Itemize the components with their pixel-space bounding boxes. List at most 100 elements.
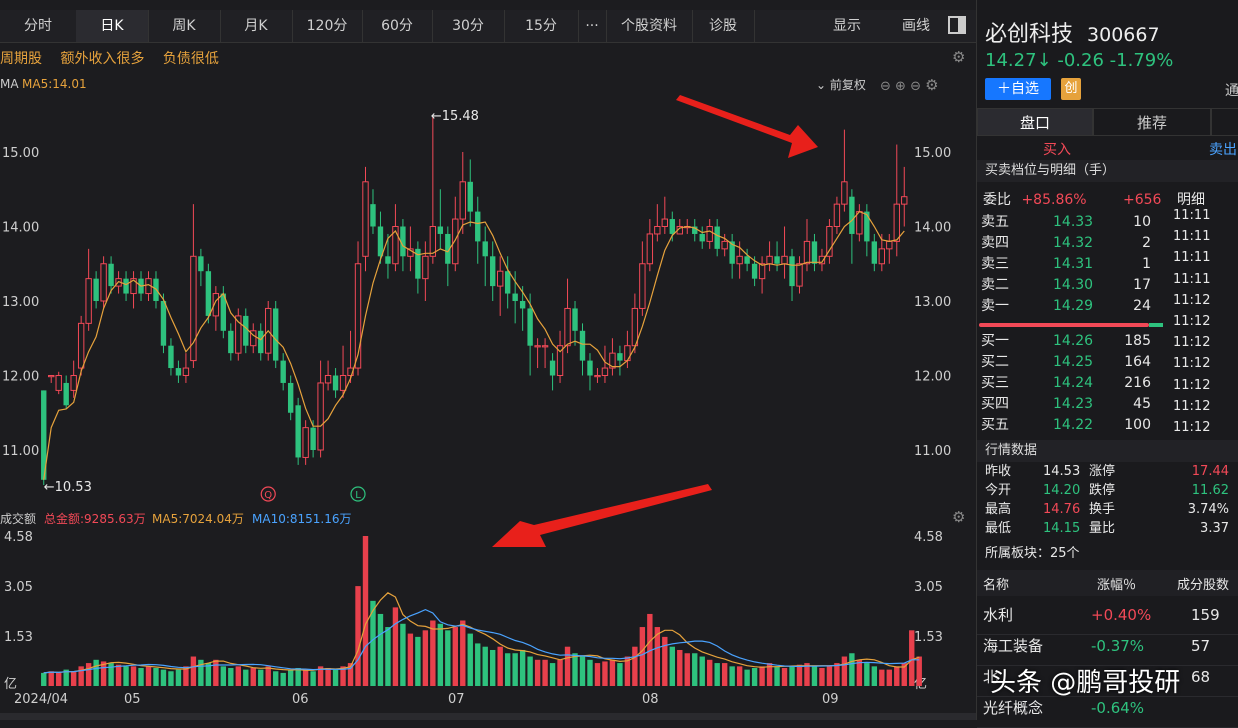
bid-row[interactable]: 买一 14.26 185: [981, 331, 1151, 351]
tab-11[interactable]: 显示: [812, 10, 882, 42]
sell-button[interactable]: 卖出: [1209, 140, 1237, 160]
quote-title: 行情数据: [977, 440, 1238, 462]
volume-bar: [579, 656, 586, 686]
candle: [564, 278, 571, 354]
ask-row[interactable]: 卖三 14.31 1: [981, 254, 1151, 274]
bid-row[interactable]: 买四 14.23 45: [981, 394, 1151, 414]
volume-bar: [355, 586, 361, 686]
detail-time: 11:12: [1173, 314, 1211, 329]
tab-5[interactable]: 60分: [362, 10, 433, 42]
ask-label: 卖三: [981, 256, 1009, 272]
candle: [475, 196, 481, 264]
volume-bar: [707, 659, 713, 686]
price-tick-left: 12.00: [2, 370, 39, 385]
event-mark-letter: Q: [264, 490, 272, 501]
detail-time: 11:12: [1173, 377, 1211, 393]
ask-row[interactable]: 卖五 14.33 10: [981, 212, 1151, 232]
tag-cyclical[interactable]: 周期股: [0, 51, 42, 67]
volume-bar: [400, 623, 406, 686]
vol-title: 成交额: [0, 512, 37, 526]
volume-bar: [834, 663, 840, 686]
zoom-in-icon[interactable]: ⊕: [895, 79, 906, 94]
tab-3[interactable]: 月K: [220, 10, 293, 42]
tab-9[interactable]: 个股资料: [606, 10, 693, 42]
connect-badge[interactable]: 通: [1225, 80, 1238, 100]
tags-settings-gear-icon[interactable]: ⚙: [952, 48, 965, 66]
sector-row[interactable]: 光纤概念 -0.64%: [977, 697, 1238, 728]
candle: [452, 196, 459, 272]
add-watchlist-button[interactable]: ＋自选: [985, 78, 1051, 100]
ask-row[interactable]: 卖二 14.30 17: [981, 275, 1151, 295]
volume-bar: [460, 620, 466, 686]
panel-tabs: 盘口 推荐: [977, 108, 1238, 136]
bid-row[interactable]: 买五 14.22 100: [981, 415, 1151, 435]
ask-row[interactable]: 卖四 14.32 2: [981, 233, 1151, 253]
tag-extra-income[interactable]: 额外收入很多: [60, 51, 144, 67]
ask-row[interactable]: 卖一 14.29 24: [981, 296, 1151, 316]
volume-bar: [497, 646, 503, 686]
tab-2[interactable]: 周K: [148, 10, 221, 42]
tab-12[interactable]: 画线: [888, 10, 944, 42]
tab-0[interactable]: 分时: [0, 10, 77, 42]
collapse-icon[interactable]: ⊖: [910, 79, 921, 94]
tab-8[interactable]: ···: [578, 10, 607, 42]
buy-button[interactable]: 买入: [1043, 140, 1071, 160]
zoom-out-icon[interactable]: ⊖: [880, 79, 891, 94]
candle: [55, 371, 62, 395]
chart-settings-gear-icon[interactable]: ⚙: [925, 76, 938, 94]
bid-row[interactable]: 买三 14.24 216: [981, 373, 1151, 393]
bid-price: 14.25: [1053, 354, 1094, 370]
vol-tick-left: 亿: [4, 677, 17, 692]
tab-more[interactable]: [1211, 108, 1238, 136]
candle: [527, 293, 533, 376]
fullscreen-toggle-icon[interactable]: [948, 16, 966, 34]
tab-10[interactable]: 诊股: [692, 10, 755, 42]
volume-bar: [512, 653, 518, 686]
stock-pct: -1.79%: [1109, 50, 1174, 71]
adjust-dropdown[interactable]: ⌄ 前复权: [816, 76, 866, 93]
bid-price: 14.24: [1053, 375, 1094, 391]
sector-header-pct[interactable]: 涨幅％: [1097, 574, 1136, 593]
volume-bar: [609, 659, 616, 686]
quote-label: 量比: [1089, 521, 1116, 536]
volume-bar: [534, 659, 541, 686]
adjust-label: 前复权: [829, 78, 866, 92]
sector-header-name[interactable]: 名称: [983, 574, 1009, 593]
tab-recommend[interactable]: 推荐: [1093, 108, 1211, 136]
detail-time: 11:12: [1173, 356, 1211, 372]
volume-bar: [153, 667, 159, 686]
sector-name: 水利: [983, 606, 1014, 624]
volume-bar: [392, 607, 399, 686]
volume-bar: [796, 664, 803, 686]
volume-bar: [849, 653, 855, 686]
bid-vol: 164: [1124, 354, 1151, 370]
tab-6[interactable]: 30分: [432, 10, 505, 42]
volume-bar: [475, 643, 481, 686]
bid-row[interactable]: 买二 14.25 164: [981, 352, 1151, 372]
candle: [639, 241, 646, 316]
tab-1[interactable]: 日K: [76, 10, 149, 42]
candle: [280, 353, 286, 391]
volume-bar: [557, 659, 563, 686]
volume-bar: [482, 646, 488, 686]
sector-header-count[interactable]: 成分股数: [1177, 574, 1229, 593]
stock-price-row: 14.27↓ -0.26 -1.79%: [985, 50, 1173, 71]
sector-name: 海工装备: [983, 637, 1044, 655]
buy-sell-ratio-bar: [979, 323, 1149, 327]
volume-bar: [677, 649, 683, 686]
quote-value: 17.44: [1191, 464, 1229, 479]
vol-settings-gear-icon[interactable]: ⚙: [952, 508, 965, 526]
candle: [317, 360, 324, 458]
volume-bar: [220, 666, 227, 686]
tab-orderbook[interactable]: 盘口: [977, 108, 1093, 136]
quote-label: 最高: [985, 502, 1012, 517]
ask-label: 卖四: [981, 235, 1009, 251]
sector-row[interactable]: 水利 +0.40% 159: [977, 604, 1238, 635]
high-marker: ←15.48: [431, 109, 479, 124]
volume-bar: [243, 669, 249, 686]
candle: [631, 293, 639, 354]
tab-4[interactable]: 120分: [292, 10, 363, 42]
kline-chart[interactable]: 15.00 15.00 14.00 14.00 13.00 13.00 12.00 12.00…: [0, 95, 976, 715]
tab-7[interactable]: 15分: [504, 10, 579, 42]
tag-low-debt[interactable]: 负债很低: [163, 51, 219, 67]
